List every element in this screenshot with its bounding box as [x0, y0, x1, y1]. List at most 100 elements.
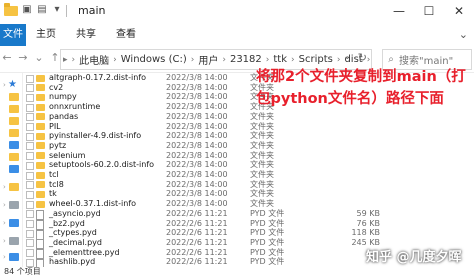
row-checkbox[interactable]: [26, 220, 34, 228]
chevron-right-icon[interactable]: ›: [189, 55, 197, 65]
breadcrumb-scripts[interactable]: Scripts: [297, 54, 335, 65]
tab-home[interactable]: 主页: [36, 24, 56, 46]
row-checkbox[interactable]: [26, 190, 34, 199]
expand-arrow-icon[interactable]: ›: [3, 219, 8, 227]
back-arrow-icon[interactable]: ←: [2, 51, 12, 64]
nav-item[interactable]: ›: [3, 219, 19, 227]
properties-icon[interactable]: ▣: [21, 4, 33, 16]
breadcrumb-windows-c[interactable]: Windows (C:): [119, 54, 189, 65]
file-row[interactable]: pytz 2022/3/8 14:00 文件夹: [22, 141, 474, 151]
file-row[interactable]: _asyncio.pyd 2022/2/6 11:21 PYD 文件 59 KB: [22, 208, 474, 221]
expand-arrow-icon[interactable]: ›: [3, 253, 8, 261]
row-checkbox[interactable]: [26, 229, 34, 238]
file-row[interactable]: setuptools-60.2.0.dist-info 2022/3/8 14:0…: [22, 160, 474, 170]
row-checkbox[interactable]: [26, 103, 34, 112]
new-folder-icon[interactable]: ▤: [36, 4, 48, 16]
address-dropdown-icon[interactable]: ⌄: [343, 52, 351, 62]
file-row[interactable]: tcl 2022/3/8 14:00 文件夹: [22, 170, 474, 180]
nav-item[interactable]: [3, 129, 19, 137]
row-checkbox[interactable]: [26, 132, 34, 141]
tab-view[interactable]: 查看: [116, 24, 136, 46]
row-checkbox[interactable]: [26, 210, 34, 219]
folder-icon: [9, 153, 19, 161]
row-checkbox[interactable]: [26, 93, 34, 102]
folder-icon: [36, 200, 45, 208]
file-date: 2022/2/6 11:21: [166, 208, 228, 218]
file-row[interactable]: pandas 2022/3/8 14:00 文件夹: [22, 112, 474, 122]
maximize-button[interactable]: ☐: [414, 0, 444, 24]
row-checkbox[interactable]: [26, 200, 34, 209]
folder-icon: [36, 171, 45, 179]
row-checkbox[interactable]: [26, 181, 34, 190]
file-date: 2022/3/8 14:00: [166, 73, 228, 82]
row-checkbox[interactable]: [26, 152, 34, 161]
forward-arrow-icon[interactable]: →: [18, 51, 28, 64]
row-checkbox[interactable]: [26, 74, 34, 83]
breadcrumb-this-pc[interactable]: 此电脑: [77, 52, 111, 67]
customize-quick-access-icon[interactable]: ▾: [51, 4, 63, 16]
nav-item[interactable]: [3, 117, 19, 125]
file-type: 文件夹: [250, 150, 274, 160]
file-size: 59 KB: [356, 208, 380, 218]
close-button[interactable]: ✕: [444, 0, 474, 24]
nav-item[interactable]: [3, 141, 19, 149]
row-checkbox[interactable]: [26, 161, 34, 170]
row-checkbox[interactable]: [26, 249, 34, 258]
chevron-right-icon[interactable]: ›: [111, 55, 119, 65]
file-row[interactable]: selenium 2022/3/8 14:00 文件夹: [22, 151, 474, 161]
tab-file[interactable]: 文件: [0, 24, 26, 46]
chevron-right-icon[interactable]: ›: [220, 55, 228, 65]
nav-item[interactable]: ›: [3, 183, 19, 191]
refresh-icon[interactable]: ↻: [358, 51, 367, 64]
expand-arrow-icon[interactable]: ›: [3, 201, 8, 209]
breadcrumb-23182[interactable]: 23182: [228, 54, 264, 65]
row-checkbox[interactable]: [26, 84, 34, 93]
folder-icon: [9, 93, 19, 101]
nav-item[interactable]: [3, 105, 19, 113]
expand-arrow-icon[interactable]: ›: [3, 237, 8, 245]
folder-icon: [36, 93, 45, 101]
tab-share[interactable]: 共享: [76, 24, 96, 46]
file-date: 2022/2/6 11:21: [166, 247, 228, 257]
row-checkbox[interactable]: [26, 123, 34, 131]
row-checkbox[interactable]: [26, 113, 34, 122]
file-type: 文件夹: [250, 111, 274, 121]
navigation-pane: › ★ › › › › ›: [0, 73, 23, 267]
search-input[interactable]: 搜索"main": [399, 52, 453, 67]
row-checkbox[interactable]: [26, 239, 34, 248]
nav-item[interactable]: ›: [3, 237, 19, 245]
file-row[interactable]: wheel-0.37.1.dist-info 2022/3/8 14:00 文件夹: [22, 199, 474, 209]
pictures-icon: [9, 165, 19, 173]
breadcrumb-ttk[interactable]: ttk: [271, 54, 289, 65]
file-row[interactable]: pyinstaller-4.9.dist-info 2022/3/8 14:00 文…: [22, 131, 474, 141]
chevron-right-icon[interactable]: ›: [264, 55, 272, 65]
nav-item[interactable]: [3, 165, 19, 173]
file-row[interactable]: PIL 2022/3/8 14:00 文件夹: [22, 122, 474, 132]
quick-access-item[interactable]: › ★: [3, 79, 19, 90]
nav-item[interactable]: ›: [3, 201, 19, 209]
row-checkbox[interactable]: [26, 142, 34, 151]
nav-item[interactable]: ›: [3, 253, 19, 261]
breadcrumb-users[interactable]: 用户: [196, 52, 220, 67]
file-name: numpy: [49, 92, 77, 102]
recent-locations-icon[interactable]: ⌄: [34, 51, 44, 64]
up-arrow-icon[interactable]: ↑: [50, 51, 60, 64]
chevron-right-icon[interactable]: ›: [70, 55, 78, 65]
folder-icon: [36, 74, 45, 82]
this-pc-icon: [9, 219, 19, 227]
file-row[interactable]: tk 2022/3/8 14:00 文件夹: [22, 189, 474, 199]
nav-item[interactable]: [3, 93, 19, 101]
quick-access-toolbar: ▣ ▤ ▾: [4, 3, 67, 17]
file-row[interactable]: tcl8 2022/3/8 14:00 文件夹: [22, 180, 474, 190]
file-row[interactable]: _ctypes.pyd 2022/2/6 11:21 PYD 文件 118 KB: [22, 228, 474, 240]
chevron-right-icon[interactable]: ›: [289, 55, 297, 65]
file-row[interactable]: _bz2.pyd 2022/2/6 11:21 PYD 文件 76 KB: [22, 219, 474, 230]
nav-item[interactable]: [3, 153, 19, 161]
expand-arrow-icon[interactable]: ›: [3, 183, 8, 191]
ribbon: 文件 主页 共享 查看 ⌄: [0, 24, 474, 47]
row-checkbox[interactable]: [26, 171, 34, 180]
expand-ribbon-icon[interactable]: ⌄: [459, 28, 468, 41]
chevron-right-icon[interactable]: ›: [335, 55, 343, 65]
row-checkbox[interactable]: [26, 258, 34, 267]
minimize-button[interactable]: —: [384, 0, 414, 24]
